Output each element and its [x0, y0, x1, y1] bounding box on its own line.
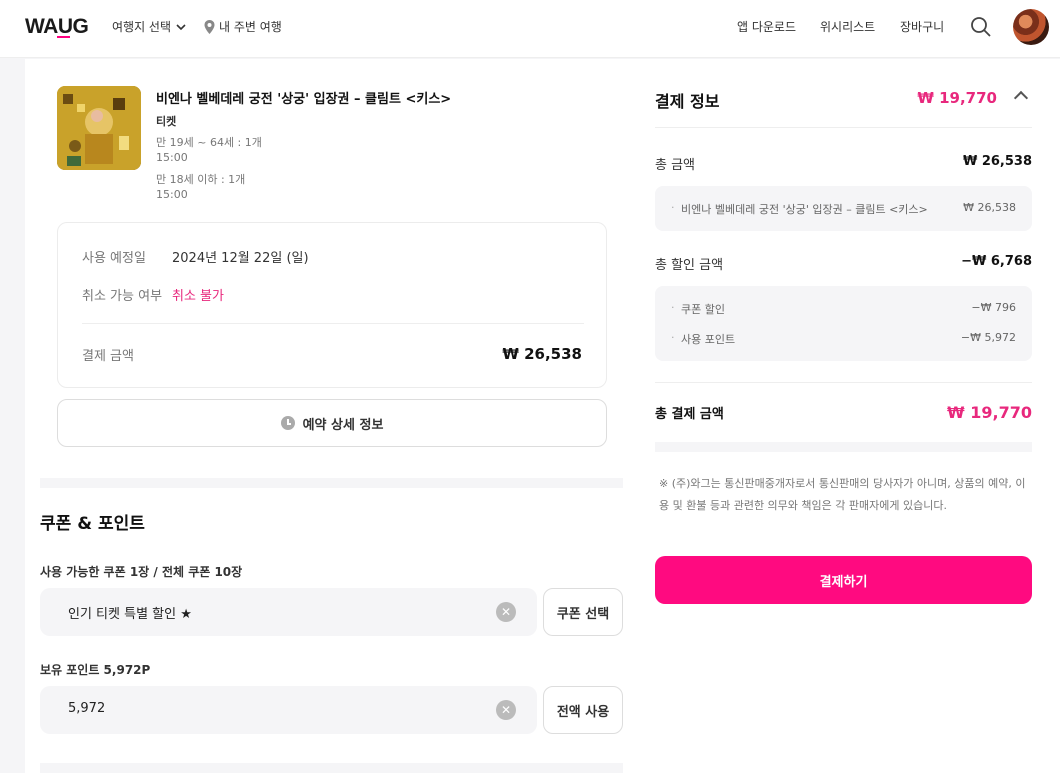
- coupon-select-button[interactable]: 쿠폰 선택: [543, 588, 623, 636]
- points-used-label: 사용 포인트: [671, 331, 735, 347]
- top-header: WAUG 여행지 선택 내 주변 여행 앱 다운로드 위시리스트 장바구니: [0, 0, 1060, 58]
- destination-select-label: 여행지 선택: [112, 20, 172, 34]
- coupon-count-label: 사용 가능한 쿠폰 1장 / 전체 쿠폰 10장: [40, 565, 243, 579]
- use-date-value: 2024년 12월 22일 (일): [172, 251, 309, 266]
- legal-notice: ※ (주)와그는 통신판매중개자로서 통신판매의 당사자가 아니며, 상품의 예…: [659, 477, 1026, 512]
- divider: [82, 323, 584, 324]
- payment-header-amount: ₩ 19,770: [917, 89, 997, 107]
- logo-accent-bar: [57, 36, 70, 38]
- booking-detail-button[interactable]: 예약 상세 정보: [57, 399, 607, 447]
- search-icon[interactable]: [970, 16, 992, 38]
- final-amount-value: ₩ 19,770: [947, 403, 1032, 422]
- option-youth-qty: 만 18세 이하 : 1개: [156, 173, 246, 186]
- nearby-travel-label: 내 주변 여행: [219, 20, 282, 34]
- nearby-travel-link[interactable]: 내 주변 여행: [204, 18, 282, 35]
- product-category: 티켓: [156, 115, 177, 128]
- chevron-down-icon: [176, 23, 186, 30]
- use-all-points-button[interactable]: 전액 사용: [543, 686, 623, 734]
- location-pin-icon: [204, 19, 215, 34]
- total-breakdown-box: 비엔나 벨베데레 궁전 '상궁' 입장권 – 클림트 <키스> ₩ 26,538: [655, 186, 1032, 231]
- total-item-label: 비엔나 벨베데레 궁전 '상궁' 입장권 – 클림트 <키스>: [671, 201, 928, 217]
- points-used-value: −₩ 5,972: [960, 331, 1016, 344]
- payment-info-title: 결제 정보: [655, 92, 720, 111]
- cancel-policy-value: 취소 불가: [172, 289, 224, 304]
- divider: [655, 382, 1032, 383]
- clear-coupon-icon[interactable]: ✕: [496, 602, 516, 622]
- coupon-field-value: 인기 티켓 특별 할인 ★: [68, 607, 192, 622]
- payment-summary-panel: 결제 정보 ₩ 19,770 총 금액 ₩ 26,538 비엔나 벨베데레 궁전…: [640, 59, 1060, 773]
- cart-link[interactable]: 장바구니: [900, 18, 944, 35]
- discount-total-label: 총 할인 금액: [655, 258, 724, 273]
- app-download-link[interactable]: 앱 다운로드: [737, 18, 796, 35]
- product-title: 비엔나 벨베데레 궁전 '상궁' 입장권 – 클림트 <키스>: [156, 92, 452, 107]
- option-youth-time: 15:00: [156, 188, 188, 201]
- coupon-field[interactable]: 인기 티켓 특별 할인 ★ ✕: [40, 588, 537, 636]
- total-amount-label: 총 금액: [655, 158, 696, 173]
- booking-info-card: 사용 예정일 2024년 12월 22일 (일) 취소 가능 여부 취소 불가 …: [57, 222, 607, 388]
- section-separator: [40, 478, 623, 488]
- chevron-up-icon[interactable]: [1013, 90, 1029, 106]
- cancel-policy-label: 취소 가능 여부: [82, 289, 163, 304]
- clock-icon: [280, 416, 295, 430]
- order-panel: 비엔나 벨베데레 궁전 '상궁' 입장권 – 클림트 <키스> 티켓 만 19세…: [25, 59, 640, 773]
- divider: [655, 127, 1032, 128]
- coupon-point-title: 쿠폰 & 포인트: [40, 514, 145, 534]
- option-adult: 만 19세 ~ 64세 : 1개 15:00: [156, 135, 262, 165]
- payment-amount-value: ₩ 26,538: [502, 345, 582, 363]
- option-adult-time: 15:00: [156, 151, 188, 164]
- section-separator-bottom: [40, 763, 623, 773]
- destination-select[interactable]: 여행지 선택: [112, 18, 187, 35]
- clear-points-icon[interactable]: ✕: [496, 700, 516, 720]
- product-thumbnail: [57, 86, 141, 170]
- points-balance-label: 보유 포인트 5,972P: [40, 663, 151, 677]
- use-date-label: 사용 예정일: [82, 251, 146, 266]
- option-adult-qty: 만 19세 ~ 64세 : 1개: [156, 136, 262, 149]
- total-item-value: ₩ 26,538: [963, 201, 1016, 214]
- avatar[interactable]: [1013, 9, 1049, 45]
- section-separator: [655, 442, 1032, 452]
- total-amount-value: ₩ 26,538: [962, 154, 1032, 169]
- pay-button[interactable]: 결제하기: [655, 556, 1032, 604]
- points-input-value: 5,972: [68, 701, 106, 716]
- wishlist-link[interactable]: 위시리스트: [820, 18, 875, 35]
- payment-amount-label: 결제 금액: [82, 349, 134, 364]
- coupon-discount-label: 쿠폰 할인: [671, 301, 725, 317]
- option-youth: 만 18세 이하 : 1개 15:00: [156, 172, 245, 202]
- discount-total-value: −₩ 6,768: [961, 254, 1032, 269]
- final-amount-label: 총 결제 금액: [655, 407, 724, 422]
- coupon-discount-value: −₩ 796: [971, 301, 1016, 314]
- discount-breakdown-box: 쿠폰 할인 −₩ 796 사용 포인트 −₩ 5,972: [655, 286, 1032, 361]
- points-input[interactable]: 5,972 ✕: [40, 686, 537, 734]
- booking-detail-label: 예약 상세 정보: [302, 417, 384, 433]
